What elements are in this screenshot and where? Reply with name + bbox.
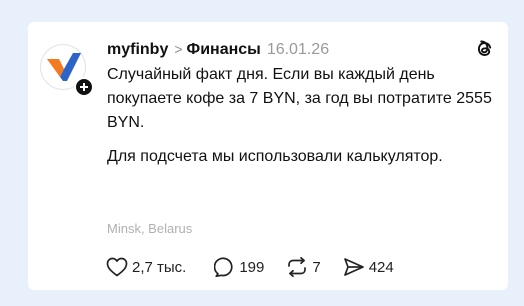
myfin-v-logo-icon xyxy=(47,53,81,81)
post-date: 16.01.26 xyxy=(266,41,330,58)
repost-arrows-icon xyxy=(288,257,307,277)
speech-bubble-icon xyxy=(214,257,233,277)
post-body: Случайный факт дня. Если вы каждый день … xyxy=(107,63,502,169)
comment-count: 199 xyxy=(239,258,265,276)
post-location[interactable]: Minsk, Belarus xyxy=(107,221,192,236)
share-count: 424 xyxy=(368,258,394,276)
topic-link[interactable]: Финансы xyxy=(187,41,261,58)
post-paragraph: Случайный факт дня. Если вы каждый день … xyxy=(107,66,492,131)
post-header: myfinby > Финансы 16.01.26 xyxy=(107,39,329,60)
threads-icon[interactable] xyxy=(475,38,495,60)
send-icon xyxy=(343,258,364,276)
heart-icon xyxy=(106,257,128,277)
follow-button[interactable] xyxy=(74,77,94,97)
like-button[interactable]: 2,7 тыс. xyxy=(106,257,186,277)
post-paragraph: Для подсчета мы использовали калькулятор… xyxy=(107,148,443,165)
breadcrumb-separator: > xyxy=(174,41,183,57)
comment-button[interactable]: 199 xyxy=(214,257,264,277)
like-count: 2,7 тыс. xyxy=(132,258,187,276)
post-actions: 2,7 тыс. 199 7 424 xyxy=(106,257,394,277)
plus-icon xyxy=(80,83,88,91)
username-link[interactable]: myfinby xyxy=(107,41,168,58)
repost-count: 7 xyxy=(312,258,321,276)
repost-button[interactable]: 7 xyxy=(286,257,321,277)
share-button[interactable]: 424 xyxy=(343,257,394,277)
